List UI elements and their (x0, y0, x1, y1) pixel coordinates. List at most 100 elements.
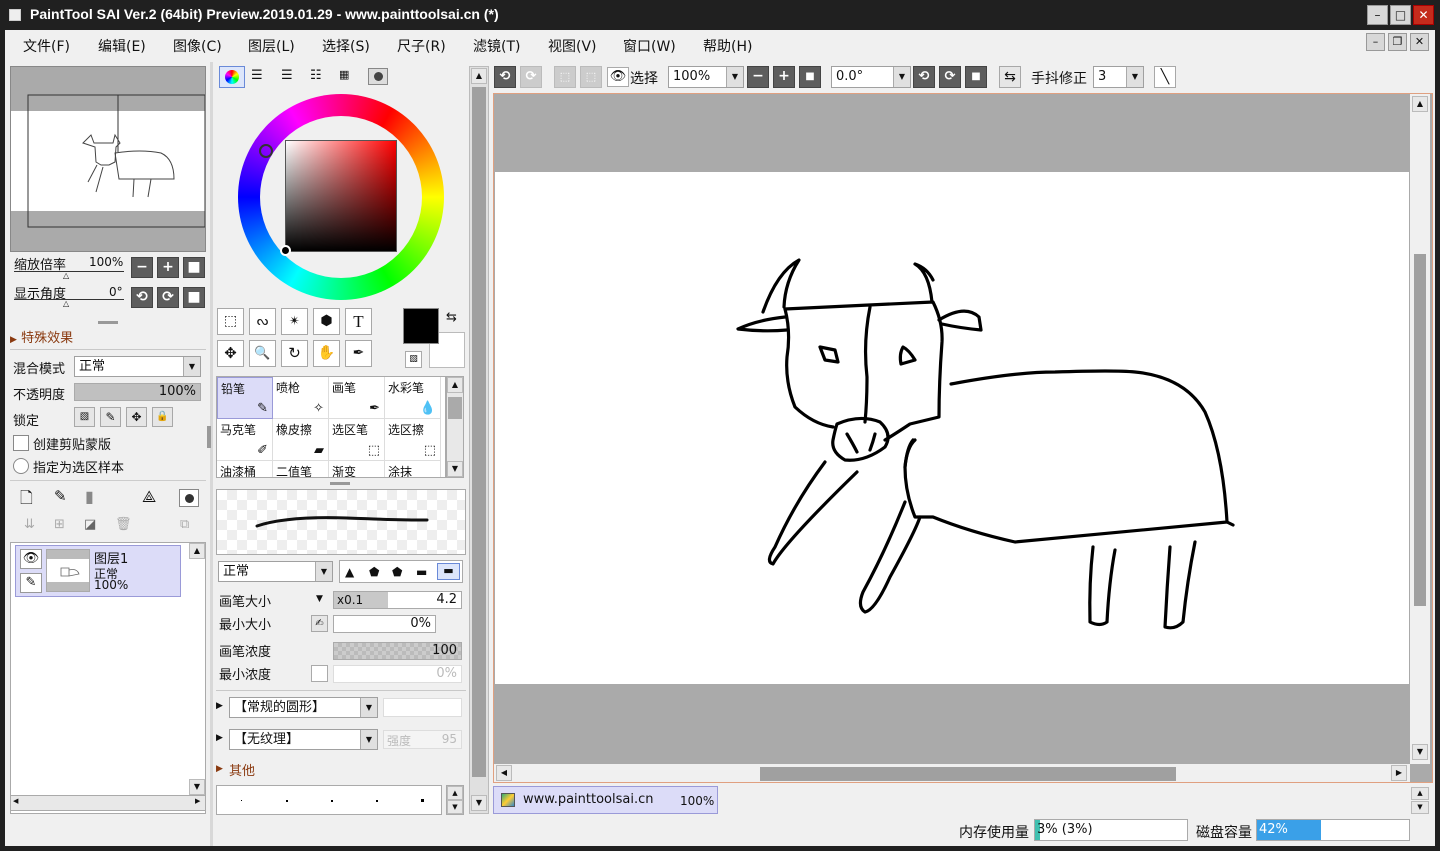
menu-file[interactable]: 文件(F) (23, 36, 70, 56)
mixer-tab[interactable]: ▦ (339, 68, 349, 81)
tool-scroll-thumb[interactable] (472, 87, 486, 777)
maximize-button[interactable]: □ (1390, 5, 1411, 25)
menu-select[interactable]: 选择(S) (322, 36, 370, 56)
lock-paint-icon[interactable]: ✎ (100, 407, 121, 427)
navigator-preview[interactable] (10, 66, 206, 252)
clip-mask-checkbox[interactable] (13, 435, 29, 451)
tool-scroll-down[interactable]: ▼ (471, 795, 487, 811)
brush-shape-select[interactable]: 【常规的圆形】 ▼ (229, 697, 378, 718)
canvas-rotate-reset-button[interactable]: ■ (965, 66, 987, 88)
undo-button[interactable]: ⟲ (494, 66, 516, 88)
presets-scroll-up[interactable]: ▲ (447, 786, 463, 800)
layer-item[interactable]: 👁 ✎ 图层1 正常 100% (15, 545, 181, 597)
layer-scroll-up[interactable]: ▲ (189, 543, 205, 559)
canvas-zoom-reset-button[interactable]: ■ (799, 66, 821, 88)
clear-layer-icon[interactable]: ◪ (84, 517, 96, 532)
opacity-slider[interactable]: 100% (74, 383, 201, 401)
canvas-hscroll-thumb[interactable] (760, 767, 1176, 781)
doc-restore-button[interactable]: ❐ (1388, 33, 1407, 51)
shape-expander[interactable]: ▶ (216, 701, 223, 711)
texture-expander[interactable]: ▶ (216, 733, 223, 743)
brush-2-2[interactable]: 渐变 (329, 461, 385, 477)
layer-pencil-icon[interactable]: ✎ (20, 573, 42, 593)
layer-hscrollbar[interactable]: ◀ ▶ (10, 795, 206, 811)
lock-all-icon[interactable]: 🔒 (152, 407, 173, 427)
canvas-zoom-out-button[interactable]: − (747, 66, 769, 88)
other-expander[interactable]: ▶ (216, 764, 223, 774)
brush-texture-select[interactable]: 【无纹理】 ▼ (229, 729, 378, 750)
tool-panel-scrollbar[interactable]: ▲ ▼ (469, 66, 489, 814)
straight-line-button[interactable]: ╲ (1154, 66, 1176, 88)
brush-1-1[interactable]: 橡皮擦 ▰ (273, 419, 329, 461)
brush-size-slider[interactable]: x0.1 4.2 (333, 591, 462, 609)
merge-mask-icon[interactable]: ⧉ (180, 517, 189, 532)
layer-scroll-down[interactable]: ▼ (189, 779, 205, 795)
texture-strength-slider[interactable]: 强度 95 (383, 730, 462, 749)
menu-filter[interactable]: 滤镜(T) (473, 36, 520, 56)
canvas-vscrollbar[interactable]: ▲ ▼ (1410, 94, 1430, 764)
layer-visibility-eye-icon[interactable]: 👁 (20, 549, 42, 569)
tabs-scroll-up[interactable]: ▲ (1411, 787, 1429, 800)
canvas-hscrollbar[interactable]: ◀ ▶ (494, 764, 1410, 782)
merge-down-icon[interactable]: ⇊ (24, 517, 35, 532)
size-preset-2[interactable] (286, 800, 288, 802)
sv-handle[interactable] (280, 245, 291, 256)
canvas-vscroll-thumb[interactable] (1414, 254, 1426, 606)
menu-edit[interactable]: 编辑(E) (98, 36, 146, 56)
text-tool[interactable]: T (345, 308, 372, 335)
new-folder-icon[interactable]: ▮ (85, 487, 94, 506)
new-layer-icon[interactable]: 🗋 (20, 487, 33, 514)
menu-layer[interactable]: 图层(L) (248, 36, 295, 56)
canvas-viewport[interactable]: ▲ ▼ ◀ ▶ (493, 93, 1433, 783)
tip-square-icon[interactable]: ▬ (437, 563, 460, 580)
pressure-size-icon[interactable]: ✍ (311, 615, 328, 632)
zoom-out-button[interactable]: − (131, 257, 153, 278)
rotate-left-button[interactable]: ⟲ (131, 287, 153, 308)
zoom-in-button[interactable]: + (157, 257, 179, 278)
brush-shape-strength[interactable] (383, 698, 462, 717)
flip-horizontal-button[interactable]: ⇆ (999, 66, 1021, 88)
new-vector-layer-icon[interactable]: ✎ (54, 487, 67, 505)
menu-view[interactable]: 视图(V) (548, 36, 597, 56)
rotate-reset-button[interactable]: ■ (183, 287, 205, 308)
document-tab[interactable]: www.painttoolsai.cn 100% (493, 786, 718, 814)
left-panel-grip[interactable] (207, 426, 211, 448)
menu-ruler[interactable]: 尺子(R) (397, 36, 446, 56)
effects-expander[interactable]: ▶ 特殊效果 (10, 327, 73, 346)
canvas-paper[interactable] (495, 172, 1409, 684)
brush-1-2[interactable]: 选区笔 ⬚ (329, 419, 385, 461)
zoom-reset-button[interactable]: ■ (183, 257, 205, 278)
brush-list-grip[interactable] (330, 482, 350, 485)
swap-colors-icon[interactable]: ⇆ (446, 310, 457, 325)
tip-medium-icon[interactable]: ⬟ (369, 565, 379, 579)
pressure-density-checkbox[interactable] (311, 665, 328, 682)
hsv-slider-tab[interactable]: ☰ (281, 68, 293, 83)
rect-select-tool[interactable]: ⬚ (217, 308, 244, 335)
size-preset-4[interactable] (376, 800, 378, 802)
brush-0-3[interactable]: 水彩笔 💧 (385, 377, 441, 419)
layer-scroll-left[interactable]: ◀ (13, 797, 18, 805)
canvas-angle-select[interactable]: 0.0° ▼ (831, 66, 911, 88)
swatches-tab[interactable]: ☷ (310, 68, 322, 83)
tip-hard-icon[interactable]: ▬ (416, 565, 427, 579)
size-preset-3[interactable] (331, 800, 333, 802)
minimize-button[interactable]: – (1367, 5, 1388, 25)
brush-2-0[interactable]: 油漆桶 (217, 461, 273, 477)
menu-help[interactable]: 帮助(H) (703, 36, 752, 56)
menu-window[interactable]: 窗口(W) (623, 36, 676, 56)
size-preset-1[interactable] (241, 800, 242, 801)
brush-0-1[interactable]: 喷枪 ✧ (273, 377, 329, 419)
move-tool[interactable]: ✥ (217, 340, 244, 367)
tip-soft-icon[interactable]: ▲ (345, 565, 354, 579)
delete-layer-icon[interactable]: 🗑 (115, 517, 132, 532)
size-multiplier-dropdown-icon[interactable]: ▼ (316, 594, 323, 604)
min-density-slider[interactable]: 0% (333, 665, 462, 683)
zoom-tool[interactable]: 🔍 (249, 340, 276, 367)
doc-minimize-button[interactable]: – (1366, 33, 1385, 51)
blend-mode-select[interactable]: 正常 ▼ (74, 356, 201, 377)
hand-tool[interactable]: ✋ (313, 340, 340, 367)
selection-visibility-eye-icon[interactable]: 👁 (607, 67, 629, 87)
color-wheel-tab[interactable] (219, 66, 245, 88)
eyedropper-tool[interactable]: ✒ (345, 340, 372, 367)
canvas-scroll-up[interactable]: ▲ (1412, 96, 1428, 112)
